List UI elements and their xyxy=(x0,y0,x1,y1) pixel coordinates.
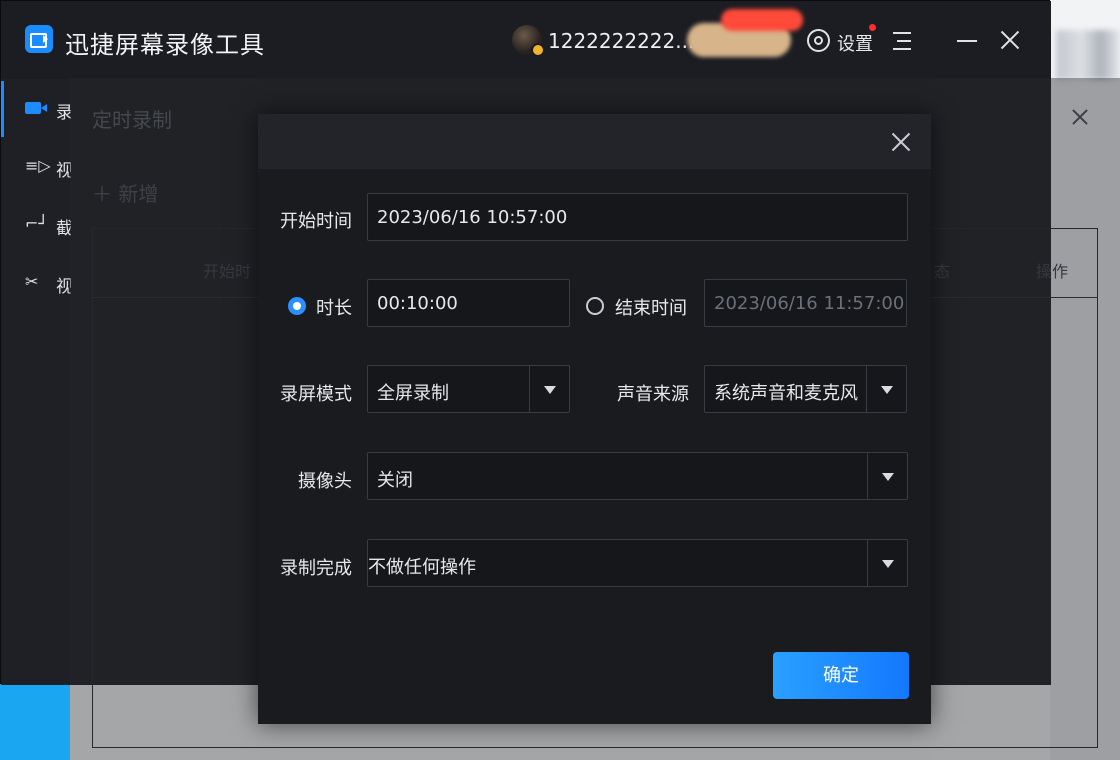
video-tools-icon: ✂ xyxy=(25,272,39,291)
user-name[interactable]: 1222222222... xyxy=(548,29,694,53)
screenshot-icon: ⌐┘ xyxy=(25,214,49,233)
title-bar: 迅捷屏幕录像工具 1222222222... 设置 xyxy=(1,1,1051,79)
on-complete-label: 录制完成 xyxy=(280,558,352,579)
camera-select[interactable]: 关闭 xyxy=(367,452,908,500)
duration-radio[interactable] xyxy=(288,297,306,315)
user-avatar[interactable] xyxy=(512,25,545,57)
on-complete-value: 不做任何操作 xyxy=(368,557,476,578)
end-time-label: 结束时间 xyxy=(615,298,687,319)
duration-label: 时长 xyxy=(316,298,352,319)
chevron-down-icon[interactable] xyxy=(529,366,569,412)
duration-input[interactable]: 00:10:00 xyxy=(367,279,570,327)
audio-source-label: 声音来源 xyxy=(617,384,689,405)
video-camera-icon xyxy=(25,99,47,117)
settings-gear-icon[interactable] xyxy=(807,29,830,52)
camera-value: 关闭 xyxy=(377,470,413,491)
dialog-close-icon[interactable] xyxy=(891,132,911,152)
dialog-header xyxy=(258,114,931,169)
record-mode-select[interactable]: 全屏录制 xyxy=(367,365,570,413)
desktop-blurred-content xyxy=(1056,30,1120,80)
app-title: 迅捷屏幕录像工具 xyxy=(65,31,265,59)
sidebar-item-screenshot[interactable]: ⌐┘ 截 xyxy=(1,197,73,253)
camera-label: 摄像头 xyxy=(298,471,352,492)
start-time-label: 开始时间 xyxy=(280,211,352,232)
start-time-input[interactable]: 2023/06/16 10:57:00 xyxy=(367,193,908,241)
minimize-icon[interactable] xyxy=(957,40,977,42)
app-logo-icon xyxy=(25,25,53,53)
audio-source-select[interactable]: 系统声音和麦克风 xyxy=(704,365,907,413)
start-time-value: 2023/06/16 10:57:00 xyxy=(377,207,568,228)
video-edit-icon: ≡▷ xyxy=(25,156,51,175)
sidebar: 录 ≡▷ 视 ⌐┘ 截 ✂ 视 xyxy=(1,79,73,685)
schedule-dialog: 开始时间 2023/06/16 10:57:00 时长 00:10:00 结束时… xyxy=(258,114,931,724)
chevron-down-icon[interactable] xyxy=(866,366,906,412)
on-complete-select[interactable]: 不做任何操作 xyxy=(367,539,908,587)
chevron-down-icon[interactable] xyxy=(867,540,907,586)
duration-value: 00:10:00 xyxy=(377,293,458,314)
vip-crown-icon xyxy=(531,43,545,57)
settings-button[interactable]: 设置 xyxy=(837,30,873,56)
sidebar-item-video-edit[interactable]: ≡▷ 视 xyxy=(1,139,73,195)
confirm-button[interactable]: 确定 xyxy=(773,652,909,699)
audio-source-value: 系统声音和麦克风 xyxy=(714,383,858,404)
notification-dot xyxy=(869,24,876,31)
record-mode-value: 全屏录制 xyxy=(377,383,449,404)
menu-icon[interactable] xyxy=(893,32,911,50)
window-close-icon[interactable] xyxy=(999,29,1021,51)
record-mode-label: 录屏模式 xyxy=(280,384,352,405)
end-time-radio[interactable] xyxy=(586,297,604,315)
sidebar-item-record[interactable]: 录 xyxy=(1,81,73,137)
desktop-taskbar-strip xyxy=(0,684,70,760)
end-time-input[interactable]: 2023/06/16 11:57:00 xyxy=(704,279,907,327)
chevron-down-icon[interactable] xyxy=(867,453,907,499)
sidebar-item-video-tools[interactable]: ✂ 视 xyxy=(1,255,73,311)
promo-badge-blurred xyxy=(721,9,803,31)
end-time-value: 2023/06/16 11:57:00 xyxy=(714,293,905,314)
